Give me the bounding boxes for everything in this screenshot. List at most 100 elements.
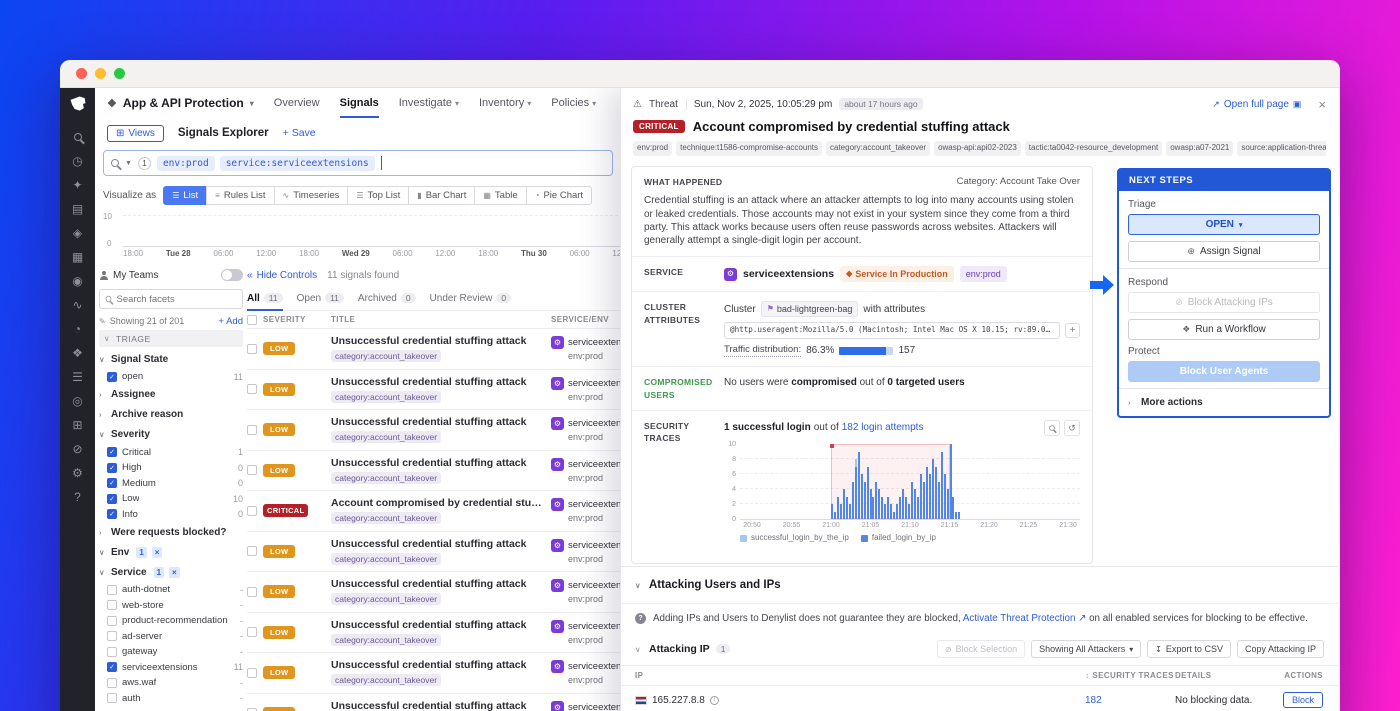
search-icon[interactable]: [68, 128, 88, 146]
checkbox[interactable]: ✓: [107, 662, 117, 672]
checkbox[interactable]: [107, 600, 117, 610]
row-checkbox[interactable]: [247, 384, 257, 394]
signal-row[interactable]: LOWUnsuccessful credential stuffing atta…: [247, 532, 639, 573]
export-csv-button[interactable]: ↧ Export to CSV: [1147, 640, 1231, 658]
facet-item-serviceextensions[interactable]: ✓serviceextensions11: [99, 660, 243, 676]
signal-row[interactable]: LOWUnsuccessful credential stuffing atta…: [247, 613, 639, 654]
checkbox[interactable]: [107, 631, 117, 641]
ip-table-row[interactable]: 165.227.8.8 i 182 No blocking data. Bloc…: [621, 686, 1338, 711]
viz-table[interactable]: ▦Table: [474, 186, 526, 205]
triage-status-dropdown[interactable]: OPEN ▾: [1128, 214, 1320, 235]
tab-policies[interactable]: Policies▾: [551, 88, 596, 118]
tab-investigate[interactable]: Investigate▾: [399, 88, 459, 118]
facet-item-product-recommendation[interactable]: product-recommendation-: [99, 613, 243, 629]
signal-row[interactable]: LOWUnsuccessful credential stuffing atta…: [247, 694, 639, 711]
viz-timeseries[interactable]: ∿Timeseries: [274, 186, 349, 205]
profiling-icon[interactable]: ◔: [68, 320, 88, 338]
row-checkbox[interactable]: [247, 425, 257, 435]
row-checkbox[interactable]: [247, 506, 257, 516]
copy-attacking-ip-button[interactable]: Copy Attacking IP: [1237, 640, 1324, 658]
checkbox[interactable]: [107, 647, 117, 657]
ci-icon[interactable]: ⊘: [68, 440, 88, 458]
block-ip-button[interactable]: Block: [1283, 692, 1323, 708]
traffic-distribution-label[interactable]: Traffic distribution:: [724, 344, 801, 358]
signals-tab-under-review[interactable]: Under Review0: [430, 286, 512, 310]
row-checkbox[interactable]: [247, 668, 257, 678]
facet-item-low[interactable]: ✓Low10: [99, 491, 243, 507]
infrastructure-icon[interactable]: ✦: [68, 176, 88, 194]
row-checkbox[interactable]: [247, 465, 257, 475]
timeline-plot-area[interactable]: [123, 215, 628, 247]
facet-item-medium[interactable]: ✓Medium0: [99, 476, 243, 492]
facet-item-critical[interactable]: ✓Critical1: [99, 445, 243, 461]
activate-threat-protection-link[interactable]: Activate Threat Protection ↗: [963, 613, 1087, 624]
row-checkbox[interactable]: [247, 546, 257, 556]
facet-group-assignee[interactable]: ›Assignee: [99, 385, 243, 405]
assign-signal-button[interactable]: ⊕ Assign Signal: [1128, 241, 1320, 262]
viz-bar-chart[interactable]: ▮Bar Chart: [408, 186, 475, 205]
facet-item-gateway[interactable]: gateway-: [99, 644, 243, 660]
checkbox[interactable]: [107, 585, 117, 595]
category-chip[interactable]: category:account_takeover: [331, 431, 441, 443]
tab-inventory[interactable]: Inventory▾: [479, 88, 531, 118]
clear-filter-icon[interactable]: ×: [152, 547, 163, 558]
add-facet-button[interactable]: + Add: [218, 316, 243, 327]
cluster-name-chip[interactable]: ⚑ bad-lightgreen-bag: [761, 301, 859, 317]
facet-item-open[interactable]: ✓open11: [99, 369, 243, 385]
category-chip[interactable]: category:account_takeover: [331, 553, 441, 565]
attacking-section-header[interactable]: ∨ Attacking Users and IPs: [621, 566, 1338, 603]
checkbox[interactable]: [107, 693, 117, 703]
tag-chip[interactable]: technique:t1586-compromise-accounts: [676, 141, 822, 156]
env-chip[interactable]: env:prod: [960, 266, 1007, 282]
signal-row[interactable]: LOWUnsuccessful credential stuffing atta…: [247, 370, 639, 411]
category-chip[interactable]: category:account_takeover: [331, 472, 441, 484]
signal-row[interactable]: LOWUnsuccessful credential stuffing atta…: [247, 572, 639, 613]
security-icon[interactable]: ❖: [68, 344, 88, 362]
tag-chip[interactable]: owasp:a07-2021: [1166, 141, 1233, 156]
attackers-filter-dropdown[interactable]: Showing All Attackers ▾: [1031, 640, 1141, 658]
signal-row[interactable]: LOWUnsuccessful credential stuffing atta…: [247, 451, 639, 492]
facet-search-input[interactable]: [116, 294, 237, 305]
my-teams-toggle[interactable]: [221, 269, 243, 281]
facet-group-service[interactable]: ∨Service1×: [99, 562, 243, 582]
facet-item-auth[interactable]: auth-: [99, 691, 243, 707]
tag-chip[interactable]: owasp-api:api02-2023: [934, 141, 1021, 156]
checkbox[interactable]: [107, 616, 117, 626]
signals-tab-archived[interactable]: Archived0: [358, 286, 416, 310]
facet-item-auth-dotnet[interactable]: auth-dotnet-: [99, 582, 243, 598]
facet-item-info[interactable]: ✓Info0: [99, 507, 243, 523]
tab-signals[interactable]: Signals: [340, 88, 379, 118]
run-workflow-button[interactable]: ❖ Run a Workflow: [1128, 319, 1320, 340]
facet-group-were-requests-blocked[interactable]: ›Were requests blocked?: [99, 522, 243, 542]
facet-group-env[interactable]: ∨Env1×: [99, 542, 243, 562]
filter-count-badge[interactable]: 1: [138, 157, 151, 170]
close-icon[interactable]: ×: [1318, 97, 1326, 112]
block-attacking-ips-button[interactable]: ⊘ Block Attacking IPs: [1128, 292, 1320, 313]
category-chip[interactable]: category:account_takeover: [331, 512, 441, 524]
tag-chip[interactable]: source:application-threats: [1237, 141, 1326, 156]
signals-timeline-chart[interactable]: 10 0 18:00Tue 2806:0012:0018:00Wed 2906:…: [103, 212, 628, 260]
signal-row[interactable]: LOWUnsuccessful credential stuffing atta…: [247, 653, 639, 694]
hide-controls-button[interactable]: « Hide Controls: [247, 270, 317, 281]
signal-row[interactable]: LOWUnsuccessful credential stuffing atta…: [247, 410, 639, 451]
checkbox[interactable]: ✓: [107, 509, 117, 519]
integrations-icon[interactable]: ◈: [68, 224, 88, 242]
useragent-attribute-chip[interactable]: @http.useragent:Mozilla/5.0 (Macintosh; …: [724, 322, 1060, 338]
traces-chart[interactable]: 0246810 20:5020:5521:0021:0521:1021:1521…: [724, 444, 1080, 530]
close-window-button[interactable]: [76, 68, 87, 79]
ip-traces-count[interactable]: 182: [1085, 695, 1175, 706]
open-full-page-link[interactable]: ↗ Open full page ▣: [1212, 99, 1301, 110]
category-chip[interactable]: category:account_takeover: [331, 391, 441, 403]
logs-icon[interactable]: ☰: [68, 368, 88, 386]
facet-filter-count-badge[interactable]: 1: [136, 547, 146, 558]
checkbox[interactable]: ✓: [107, 478, 117, 488]
synthetics-icon[interactable]: ◎: [68, 392, 88, 410]
legend-item[interactable]: successful_login_by_the_ip: [740, 533, 849, 544]
product-switcher[interactable]: ❖ App & API Protection ▾: [107, 96, 254, 110]
viz-pie-chart[interactable]: ◔Pie Chart: [526, 186, 592, 205]
category-chip[interactable]: category:account_takeover: [331, 634, 441, 646]
metrics-icon[interactable]: ▤: [68, 200, 88, 218]
tab-overview[interactable]: Overview: [274, 88, 320, 118]
signals-tab-open[interactable]: Open11: [297, 286, 344, 310]
dashboards-icon[interactable]: ▦: [68, 248, 88, 266]
